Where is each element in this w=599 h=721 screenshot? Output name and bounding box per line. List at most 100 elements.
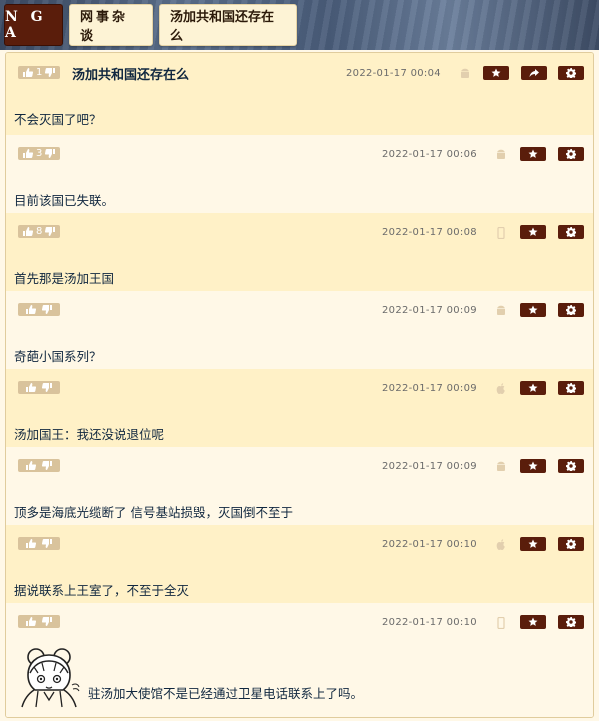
vote-widget[interactable]	[18, 537, 60, 550]
post-date: 2022-01-17 00:04	[346, 68, 441, 79]
star-icon	[528, 305, 538, 314]
vote-widget[interactable]	[18, 615, 60, 628]
vote-count: 3	[36, 148, 43, 159]
android-icon	[496, 305, 506, 317]
settings-button[interactable]	[558, 537, 584, 551]
thumb-up-icon[interactable]	[23, 227, 34, 236]
star-icon	[528, 383, 538, 392]
post-row: 1 汤加共和国还存在么 2022-01-17 00:04 不会灭国了吧？	[6, 53, 593, 135]
thumb-up-icon[interactable]	[23, 149, 34, 158]
post-date: 2022-01-17 00:09	[382, 383, 477, 394]
post-row: 3 2022-01-17 00:06 目前该国已失联。	[6, 135, 593, 213]
vote-widget[interactable]: 8	[18, 225, 61, 238]
thumb-up-icon[interactable]	[23, 68, 34, 77]
gear-icon	[566, 461, 576, 471]
settings-button[interactable]	[558, 615, 584, 629]
vote-count: 8	[36, 226, 43, 237]
vote-widget[interactable]	[18, 459, 60, 472]
android-icon	[496, 461, 506, 473]
star-icon	[528, 617, 538, 626]
post-date: 2022-01-17 00:06	[382, 149, 477, 160]
favorite-button[interactable]	[483, 66, 509, 80]
gear-icon	[566, 149, 576, 159]
favorite-button[interactable]	[520, 381, 546, 395]
post-row: 2022-01-17 00:09 汤加国王：我还没说退位呢	[6, 369, 593, 447]
gear-icon	[566, 539, 576, 549]
thumb-up-icon[interactable]	[26, 617, 37, 626]
post-content: 顶多是海底光缆断了 信号基站损毁，灭国倒不至于	[14, 505, 293, 520]
post-date: 2022-01-17 00:10	[382, 539, 477, 550]
vote-count: 1	[36, 67, 43, 78]
vote-widget[interactable]	[18, 303, 60, 316]
vote-widget[interactable]: 1	[18, 66, 61, 79]
phone-icon	[496, 616, 506, 630]
post-row: 2022-01-17 00:10 驻汤加大使馆不是已经通过卫星电话联系上了吗。	[6, 603, 593, 717]
settings-button[interactable]	[558, 225, 584, 239]
favorite-button[interactable]	[520, 225, 546, 239]
nga-logo[interactable]: N G A	[4, 4, 63, 46]
star-icon	[491, 68, 501, 77]
gear-icon	[566, 68, 576, 78]
phone-icon	[496, 226, 506, 240]
gear-icon	[566, 227, 576, 237]
avatar-sticker	[16, 645, 88, 709]
thumb-down-icon[interactable]	[41, 539, 52, 548]
gear-icon	[566, 383, 576, 393]
share-icon	[529, 69, 539, 77]
thumb-up-icon[interactable]	[26, 461, 37, 470]
post-date: 2022-01-17 00:09	[382, 461, 477, 472]
thumb-down-icon[interactable]	[41, 461, 52, 470]
post-row: 2022-01-17 00:09 奇葩小国系列？	[6, 291, 593, 369]
apple-icon	[496, 539, 506, 551]
thumb-down-icon[interactable]	[45, 227, 56, 236]
post-content: 据说联系上王室了，不至于全灭	[14, 583, 190, 598]
star-icon	[528, 539, 538, 548]
gear-icon	[566, 617, 576, 627]
thumb-up-icon[interactable]	[26, 539, 37, 548]
post-content: 奇葩小国系列？	[14, 349, 102, 364]
settings-button[interactable]	[558, 303, 584, 317]
post-row: 2022-01-17 00:09 顶多是海底光缆断了 信号基站损毁，灭国倒不至于	[6, 447, 593, 525]
settings-button[interactable]	[558, 459, 584, 473]
android-icon	[496, 149, 506, 161]
post-content: 不会灭国了吧？	[14, 112, 102, 127]
post-row: 8 2022-01-17 00:08 首先那是汤加王国	[6, 213, 593, 291]
thumb-down-icon[interactable]	[45, 149, 56, 158]
thread-title: 汤加共和国还存在么	[72, 68, 190, 83]
thread-container: 1 汤加共和国还存在么 2022-01-17 00:04 不会灭国了吧？ 3 2…	[5, 52, 594, 718]
post-date: 2022-01-17 00:09	[382, 305, 477, 316]
post-row: 2022-01-17 00:10 据说联系上王室了，不至于全灭	[6, 525, 593, 603]
star-icon	[528, 149, 538, 158]
favorite-button[interactable]	[520, 615, 546, 629]
breadcrumb-forum[interactable]: 网事杂谈	[69, 4, 153, 46]
favorite-button[interactable]	[520, 459, 546, 473]
thumb-down-icon[interactable]	[41, 305, 52, 314]
post-content: 驻汤加大使馆不是已经通过卫星电话联系上了吗。	[88, 686, 364, 701]
settings-button[interactable]	[558, 66, 584, 80]
favorite-button[interactable]	[520, 147, 546, 161]
vote-widget[interactable]: 3	[18, 147, 61, 160]
thumb-down-icon[interactable]	[41, 617, 52, 626]
post-content: 汤加国王：我还没说退位呢	[14, 427, 165, 442]
post-date: 2022-01-17 00:10	[382, 617, 477, 628]
favorite-button[interactable]	[520, 303, 546, 317]
thumb-down-icon[interactable]	[45, 68, 56, 77]
settings-button[interactable]	[558, 147, 584, 161]
post-content: 首先那是汤加王国	[14, 271, 115, 286]
thumb-down-icon[interactable]	[41, 383, 52, 392]
thumb-up-icon[interactable]	[26, 383, 37, 392]
thumb-up-icon[interactable]	[26, 305, 37, 314]
gear-icon	[566, 305, 576, 315]
settings-button[interactable]	[558, 381, 584, 395]
favorite-button[interactable]	[520, 537, 546, 551]
apple-icon	[496, 383, 506, 395]
post-date: 2022-01-17 00:08	[382, 227, 477, 238]
star-icon	[528, 227, 538, 236]
post-content: 目前该国已失联。	[14, 193, 115, 208]
share-button[interactable]	[521, 66, 547, 80]
vote-widget[interactable]	[18, 381, 60, 394]
breadcrumb-topic[interactable]: 汤加共和国还存在么	[159, 4, 297, 46]
breadcrumb: N G A 网事杂谈 汤加共和国还存在么	[4, 4, 297, 46]
android-icon	[460, 68, 470, 80]
star-icon	[528, 461, 538, 470]
